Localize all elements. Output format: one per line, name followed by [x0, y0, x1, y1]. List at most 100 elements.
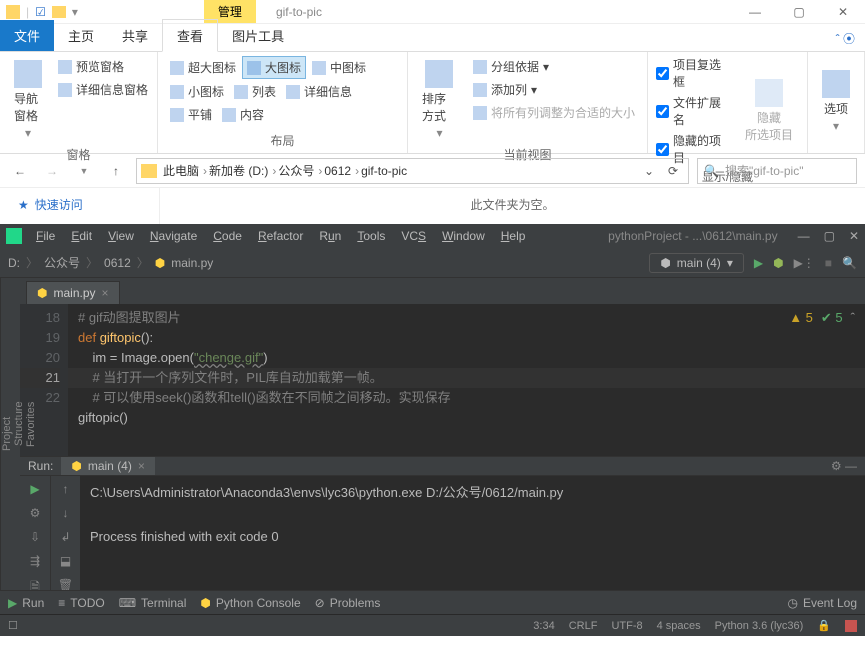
folder-view[interactable]: 此文件夹为空。: [160, 188, 865, 224]
bottom-todo[interactable]: ≡TODO: [58, 596, 104, 610]
warnings-badge[interactable]: ▲ 5: [789, 308, 813, 328]
path-dropdown-icon[interactable]: ⌄: [638, 164, 660, 178]
console-output[interactable]: C:\Users\Administrator\Anaconda3\envs\ly…: [80, 476, 865, 605]
tab-view[interactable]: 查看: [162, 19, 218, 52]
bottom-terminal[interactable]: ⌨Terminal: [119, 596, 187, 610]
bottom-pyconsole[interactable]: ⬢Python Console: [200, 596, 300, 610]
crumb-0[interactable]: 此电脑: [163, 162, 199, 179]
status-pos[interactable]: 3:34: [533, 620, 554, 632]
bottom-eventlog[interactable]: ◷Event Log: [787, 596, 857, 610]
crumb-1[interactable]: 新加卷 (D:): [209, 162, 268, 179]
bottom-problems[interactable]: ⊘Problems: [315, 596, 381, 610]
view-content-button[interactable]: 内容: [218, 104, 268, 125]
checks-badge[interactable]: ✔ 5: [821, 308, 843, 328]
ide-crumb-file[interactable]: main.py: [171, 256, 213, 270]
close-run-tab-icon[interactable]: ×: [138, 459, 145, 473]
up-button[interactable]: ↑: [104, 159, 128, 183]
chk-file-ext[interactable]: 文件扩展名: [656, 94, 733, 128]
view-list-button[interactable]: 列表: [230, 81, 280, 102]
sort-button[interactable]: 排序方式▾: [416, 56, 463, 144]
status-eol[interactable]: CRLF: [569, 620, 598, 632]
refresh-button[interactable]: ⟳: [662, 164, 684, 178]
crumb-2[interactable]: 公众号: [278, 162, 314, 179]
menu-tools[interactable]: Tools: [351, 227, 391, 245]
code-editor[interactable]: 181920 2122 ▲ 5 ✔ 5 ˆ # gif动图提取图片 def gi…: [20, 304, 865, 456]
tool-structure[interactable]: Structure: [13, 284, 25, 564]
preview-pane-button[interactable]: 预览窗格: [54, 56, 152, 77]
debug-button[interactable]: ⬢: [773, 256, 783, 270]
collapse-ribbon-icon[interactable]: ˆ ⦿: [826, 26, 865, 51]
fit-columns-button[interactable]: 将所有列调整为合适的大小: [469, 102, 639, 123]
status-interpreter[interactable]: Python 3.6 (lyc36): [715, 620, 804, 632]
more-run-button[interactable]: ▶⋮: [794, 256, 815, 270]
tab-home[interactable]: 主页: [54, 20, 108, 51]
breadcrumb-path[interactable]: 此电脑› 新加卷 (D:)› 公众号› 0612› gif-to-pic ⌄ ⟳: [136, 158, 689, 184]
tool-favorites[interactable]: Favorites: [25, 284, 37, 564]
tab-file[interactable]: 文件: [0, 20, 54, 51]
menu-vcs[interactable]: VCS: [395, 227, 432, 245]
ide-crumb-a[interactable]: 公众号: [44, 254, 80, 271]
resize-grip-icon[interactable]: [845, 620, 857, 632]
qat-folder-icon[interactable]: [52, 6, 66, 18]
menu-file[interactable]: File: [30, 227, 61, 245]
menu-navigate[interactable]: Navigate: [144, 227, 203, 245]
qat-icon[interactable]: [6, 5, 20, 19]
minimize-button[interactable]: —: [733, 0, 777, 24]
menu-refactor[interactable]: Refactor: [252, 227, 309, 245]
qat-check-icon[interactable]: ☑: [35, 5, 46, 19]
nav-tree[interactable]: ★快速访问: [0, 188, 160, 224]
stop-button[interactable]: ■: [825, 256, 832, 270]
search-input[interactable]: 🔍 搜索"gif-to-pic": [697, 158, 857, 184]
tool-strip-left[interactable]: Project Structure Favorites: [0, 278, 20, 590]
run-tab[interactable]: ⬢main (4)×: [61, 457, 155, 475]
close-tab-icon[interactable]: ×: [102, 286, 109, 300]
add-column-button[interactable]: 添加列 ▾: [469, 79, 639, 100]
view-xl-button[interactable]: 超大图标: [166, 56, 240, 79]
bottom-run[interactable]: ▶Run: [8, 596, 44, 610]
up-arrow-icon[interactable]: ↑: [63, 482, 69, 496]
status-icon[interactable]: ☐: [8, 619, 18, 632]
tool-project[interactable]: Project: [1, 284, 13, 584]
view-md-button[interactable]: 中图标: [308, 56, 370, 79]
view-sm-button[interactable]: 小图标: [166, 81, 228, 102]
tab-share[interactable]: 共享: [108, 20, 162, 51]
editor-tab[interactable]: ⬢ main.py ×: [26, 281, 120, 304]
wrap-icon[interactable]: ↲: [60, 530, 70, 544]
ide-minimize-button[interactable]: —: [798, 229, 810, 243]
scroll-icon[interactable]: ⬓: [60, 554, 71, 568]
run-button[interactable]: ▶: [754, 256, 763, 270]
crumb-4[interactable]: gif-to-pic: [361, 164, 407, 178]
view-details-button[interactable]: 详细信息: [282, 81, 356, 102]
group-by-button[interactable]: 分组依据 ▾: [469, 56, 639, 77]
run-config-selector[interactable]: ⬢main (4)▾: [649, 253, 744, 273]
details-pane-button[interactable]: 详细信息窗格: [54, 79, 152, 100]
quick-access-item[interactable]: ★快速访问: [18, 196, 141, 213]
crumb-3[interactable]: 0612: [324, 164, 351, 178]
status-indent[interactable]: 4 spaces: [657, 620, 701, 632]
forward-button[interactable]: →: [40, 159, 64, 183]
ide-crumb-root[interactable]: D:: [8, 256, 20, 270]
nav-pane-button[interactable]: 导航窗格▾: [8, 56, 48, 144]
recent-button[interactable]: ▼: [72, 159, 96, 183]
chevron-icon[interactable]: ˆ: [851, 308, 855, 328]
qat-dropdown-icon[interactable]: ▾: [72, 5, 78, 19]
ide-crumb-b[interactable]: 0612: [104, 256, 131, 270]
down-arrow-icon[interactable]: ↓: [63, 506, 69, 520]
menu-edit[interactable]: Edit: [65, 227, 98, 245]
tab-picture-tools[interactable]: 图片工具: [218, 20, 298, 51]
search-everywhere-button[interactable]: 🔍: [842, 256, 857, 270]
menu-help[interactable]: Help: [495, 227, 532, 245]
hide-selected-button[interactable]: 隐藏 所选项目: [739, 56, 799, 166]
back-button[interactable]: ←: [8, 159, 32, 183]
menu-view[interactable]: View: [102, 227, 140, 245]
close-button[interactable]: ✕: [821, 0, 865, 24]
ide-close-button[interactable]: ✕: [849, 229, 859, 243]
options-button[interactable]: 选项▾: [816, 56, 856, 147]
ide-maximize-button[interactable]: ▢: [824, 229, 835, 243]
menu-code[interactable]: Code: [207, 227, 248, 245]
run-settings-icon[interactable]: ⚙ —: [831, 459, 857, 473]
view-tiles-button[interactable]: 平铺: [166, 104, 216, 125]
status-enc[interactable]: UTF-8: [611, 620, 642, 632]
lock-icon[interactable]: 🔒: [817, 619, 831, 632]
view-lg-button[interactable]: 大图标: [242, 56, 306, 79]
